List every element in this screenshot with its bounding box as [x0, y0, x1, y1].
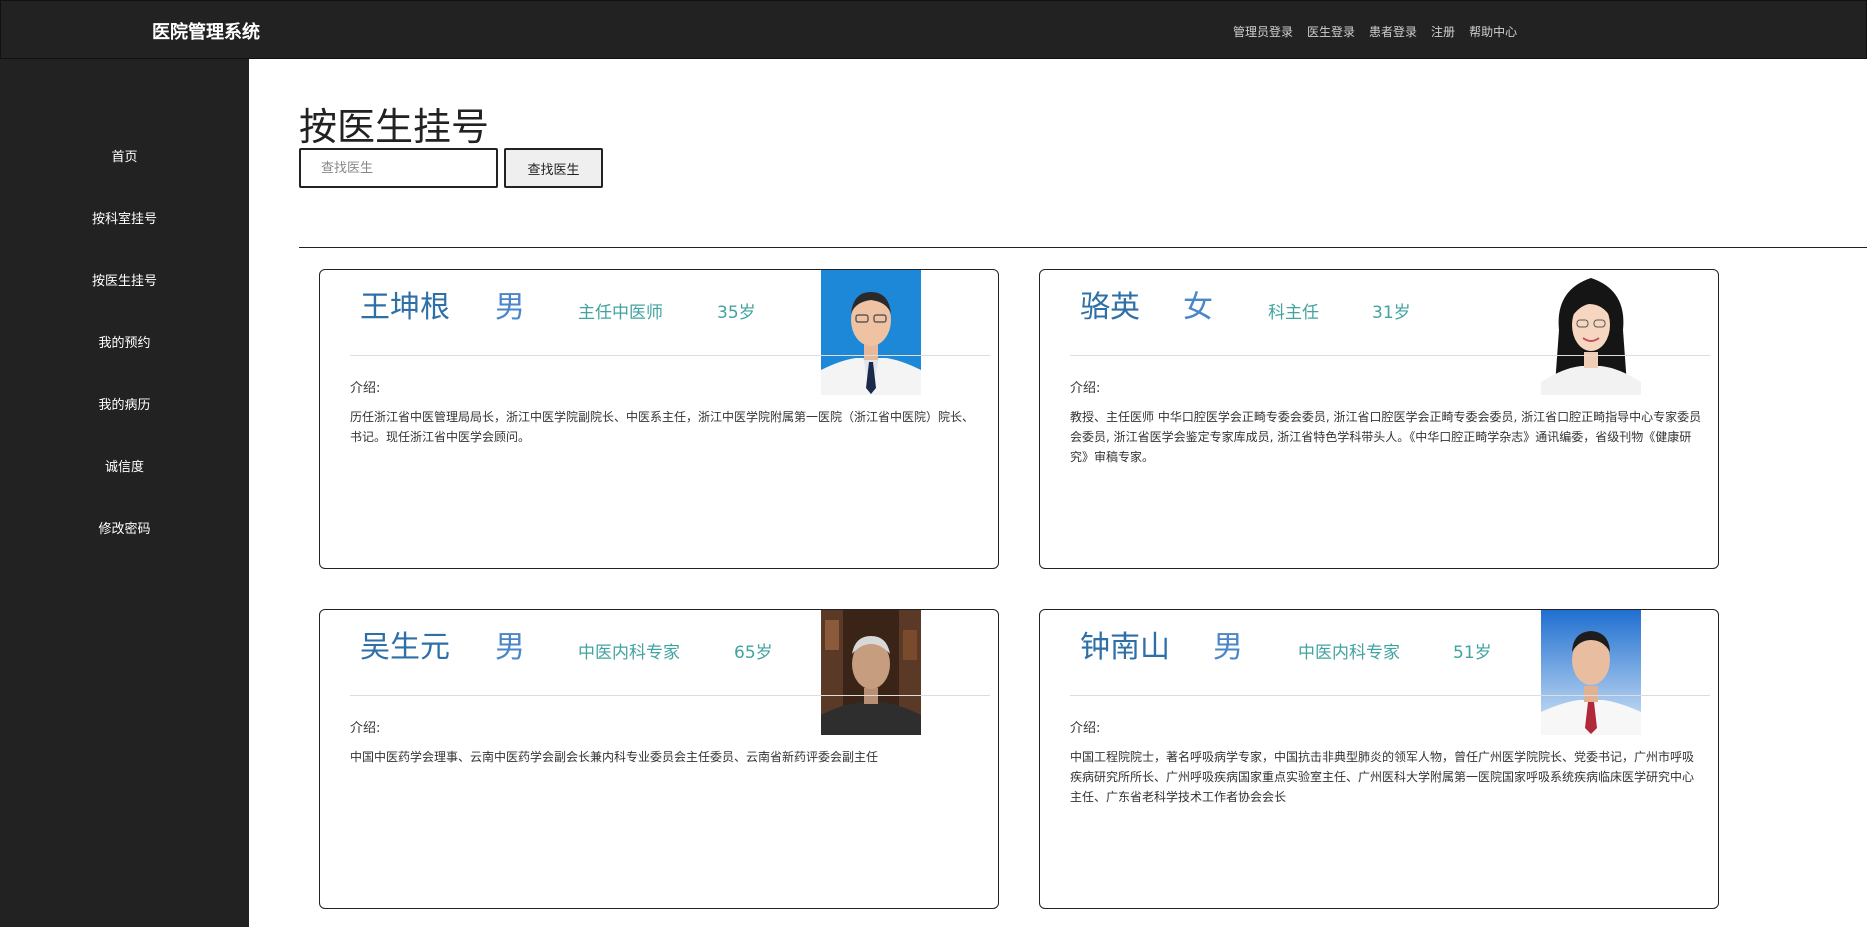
doctor-intro: 中国工程院院士，著名呼吸病学专家，中国抗击非典型肺炎的领军人物，曾任广州医学院院…	[1070, 750, 1695, 804]
nav-patient-login[interactable]: 患者登录	[1369, 23, 1417, 40]
doctor-name: 骆英	[1080, 290, 1140, 325]
card-separator	[350, 355, 990, 356]
doctor-age: 51岁	[1453, 643, 1492, 663]
doctor-card[interactable]: 钟南山 男 中医内科专家 51岁 介绍: 中国工程院院士，著名呼吸病学专家，中国…	[1039, 609, 1719, 909]
doctor-photo	[1541, 270, 1641, 395]
doctor-age: 31岁	[1372, 303, 1411, 323]
doctor-intro: 中国中医药学会理事、云南中医药学会副会长兼内科专业委员会主任委员、云南省新药评委…	[350, 750, 879, 764]
intro-label: 介绍:	[350, 721, 381, 736]
nav-register[interactable]: 注册	[1431, 23, 1455, 40]
search-doctor-button[interactable]: 查找医生	[504, 148, 603, 188]
doctor-title: 中医内科专家	[1298, 643, 1400, 663]
doctor-age: 65岁	[734, 643, 773, 663]
doctor-title: 主任中医师	[578, 303, 663, 323]
doctor-photo	[1541, 610, 1641, 735]
doctor-name: 钟南山	[1080, 630, 1170, 665]
sidebar: 首页 按科室挂号 按医生挂号 我的预约 我的病历 诚信度 修改密码	[0, 59, 249, 927]
sidebar-item-by-doctor[interactable]: 按医生挂号	[0, 270, 249, 289]
doctor-card[interactable]: 骆英 女 科主任 31岁 介绍: 教授、主任医师 中华口腔医学会正畸专委会委员,…	[1039, 269, 1719, 569]
top-navbar: 医院管理系统 管理员登录 医生登录 患者登录 注册 帮助中心	[0, 0, 1867, 59]
brand-title[interactable]: 医院管理系统	[152, 18, 260, 44]
intro-label: 介绍:	[1070, 721, 1101, 736]
doctor-gender: 男	[495, 630, 525, 665]
sidebar-item-home[interactable]: 首页	[0, 146, 249, 165]
sidebar-item-change-password[interactable]: 修改密码	[0, 518, 249, 537]
sidebar-item-my-records[interactable]: 我的病历	[0, 394, 249, 413]
card-separator	[1070, 695, 1710, 696]
card-separator	[350, 695, 990, 696]
intro-label: 介绍:	[1070, 381, 1101, 396]
divider	[299, 247, 1867, 248]
sidebar-item-credit[interactable]: 诚信度	[0, 456, 249, 475]
doctor-photo	[821, 610, 921, 735]
doctor-name: 王坤根	[360, 290, 450, 325]
doctor-age: 35岁	[717, 303, 756, 323]
doctor-card[interactable]: 吴生元 男 中医内科专家 65岁 介绍: 中国中医药学会理事、云南中医药学会副会…	[319, 609, 999, 909]
intro-label: 介绍:	[350, 381, 381, 396]
doctor-title: 科主任	[1268, 303, 1319, 323]
top-nav: 管理员登录 医生登录 患者登录 注册 帮助中心	[1233, 23, 1517, 40]
nav-admin-login[interactable]: 管理员登录	[1233, 23, 1293, 40]
doctor-gender: 男	[1213, 630, 1243, 665]
search-doctor-input[interactable]	[299, 148, 498, 188]
sidebar-item-my-appointments[interactable]: 我的预约	[0, 332, 249, 351]
nav-doctor-login[interactable]: 医生登录	[1307, 23, 1355, 40]
doctor-gender: 男	[495, 290, 525, 325]
nav-help-center[interactable]: 帮助中心	[1469, 23, 1517, 40]
doctor-title: 中医内科专家	[578, 643, 680, 663]
doctor-name: 吴生元	[360, 630, 450, 665]
card-separator	[1070, 355, 1710, 356]
doctor-intro: 教授、主任医师 中华口腔医学会正畸专委会委员, 浙江省口腔医学会正畸专委会委员,…	[1070, 410, 1702, 464]
page-title: 按医生挂号	[299, 105, 490, 149]
doctor-gender: 女	[1183, 290, 1213, 325]
sidebar-item-by-department[interactable]: 按科室挂号	[0, 208, 249, 227]
doctor-photo	[821, 270, 921, 395]
doctor-card[interactable]: 王坤根 男 主任中医师 35岁 介绍: 历任浙江省中医管理局局长，浙江中医学院副…	[319, 269, 999, 569]
doctor-intro: 历任浙江省中医管理局局长，浙江中医学院副院长、中医系主任，浙江中医学院附属第一医…	[350, 410, 975, 444]
